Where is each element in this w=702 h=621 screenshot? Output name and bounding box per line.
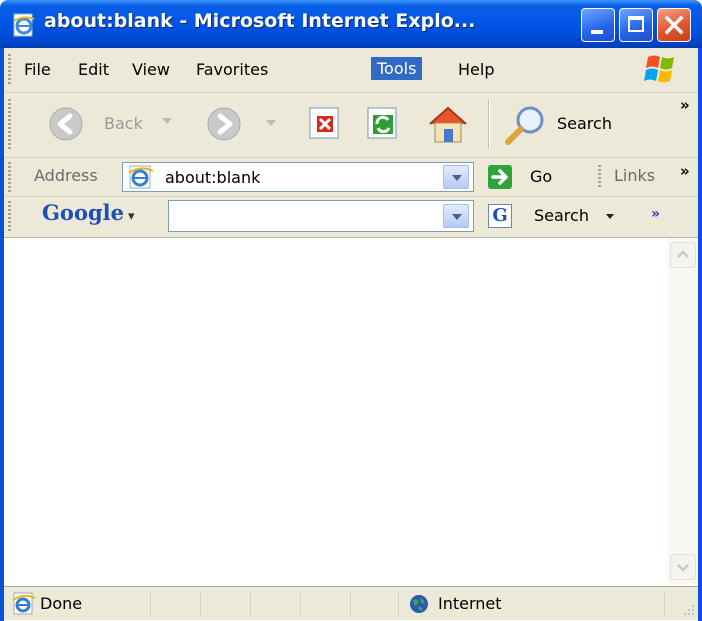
menu-tools[interactable]: Tools: [371, 57, 423, 80]
ie-page-icon: [12, 592, 36, 615]
go-label: Go: [530, 167, 553, 186]
minimize-icon: [591, 30, 603, 34]
stop-button[interactable]: [308, 106, 342, 140]
google-search-dropdown-icon[interactable]: [606, 214, 614, 219]
google-g-icon: G: [488, 204, 512, 228]
menu-bar-grip[interactable]: [8, 54, 11, 86]
window-frame-right: [698, 48, 702, 621]
address-value: about:blank: [165, 168, 261, 187]
ie-page-icon: [128, 165, 154, 189]
chevron-up-icon: [677, 250, 689, 258]
google-overflow-chevron[interactable]: »: [651, 206, 660, 222]
back-label: Back: [104, 114, 143, 133]
refresh-icon: [367, 107, 397, 139]
forward-dropdown-icon[interactable]: [266, 120, 276, 126]
scroll-down-button[interactable]: [670, 554, 696, 580]
window-title: about:blank - Microsoft Internet Explo..…: [44, 10, 476, 32]
maximize-icon: [628, 16, 644, 32]
links-button[interactable]: Links: [614, 166, 655, 185]
status-divider: [300, 592, 301, 616]
google-logo-text: Google: [42, 200, 124, 225]
links-grip[interactable]: [598, 165, 601, 189]
ie-page-icon: [13, 13, 35, 37]
forward-arrow-icon: [207, 107, 241, 141]
go-button[interactable]: Go: [486, 163, 560, 191]
title-bar[interactable]: about:blank - Microsoft Internet Explo..…: [0, 0, 702, 48]
address-input[interactable]: about:blank: [122, 162, 474, 192]
back-dropdown-icon[interactable]: [162, 118, 172, 124]
windows-logo-icon: [644, 55, 674, 83]
toolbar-grip[interactable]: [8, 99, 11, 149]
refresh-button[interactable]: [366, 106, 400, 140]
back-button[interactable]: Back: [46, 104, 180, 144]
menu-favorites[interactable]: Favorites: [196, 60, 268, 79]
status-divider: [150, 592, 151, 616]
vertical-scrollbar[interactable]: [668, 238, 698, 584]
home-button[interactable]: [424, 102, 472, 146]
search-button[interactable]: Search: [502, 102, 634, 146]
magnifier-icon: [505, 106, 544, 145]
close-button[interactable]: [657, 8, 691, 42]
page-content[interactable]: [4, 238, 698, 584]
google-grip[interactable]: [8, 201, 11, 231]
go-arrow-icon: [488, 165, 512, 189]
back-arrow-icon: [49, 107, 83, 141]
status-divider: [664, 592, 665, 616]
status-bar: [4, 586, 698, 620]
status-text: Done: [40, 594, 83, 613]
chevron-down-icon: [677, 564, 689, 572]
status-divider: [250, 592, 251, 616]
menu-file[interactable]: File: [24, 60, 51, 79]
forward-button[interactable]: [204, 104, 284, 144]
maximize-button[interactable]: [619, 8, 653, 42]
search-label: Search: [557, 114, 612, 133]
menu-edit[interactable]: Edit: [78, 60, 109, 79]
address-grip[interactable]: [8, 162, 11, 192]
address-label: Address: [34, 166, 98, 185]
minimize-button[interactable]: [581, 8, 615, 42]
resize-grip-icon[interactable]: [680, 602, 696, 618]
status-divider: [200, 592, 201, 616]
menu-view[interactable]: View: [132, 60, 170, 79]
home-icon: [429, 106, 467, 143]
toolbar-separator: [488, 99, 490, 149]
google-search-input[interactable]: [168, 200, 474, 232]
menu-help[interactable]: Help: [458, 60, 494, 79]
google-search-button[interactable]: G Search: [488, 202, 624, 230]
status-divider: [398, 592, 399, 616]
ie-window: about:blank - Microsoft Internet Explo..…: [0, 0, 702, 621]
toolbar-overflow-chevron[interactable]: »: [680, 96, 690, 114]
address-dropdown-button[interactable]: [443, 165, 469, 189]
status-divider: [350, 592, 351, 616]
google-logo[interactable]: Google ▾: [42, 200, 135, 225]
google-search-dropdown-button[interactable]: [443, 204, 469, 228]
globe-icon: [410, 595, 428, 613]
stop-icon: [309, 107, 339, 139]
status-zone: Internet: [438, 594, 502, 613]
google-search-label: Search: [534, 206, 589, 225]
scroll-up-button[interactable]: [670, 242, 696, 268]
links-overflow-chevron[interactable]: »: [680, 162, 690, 180]
close-icon: [664, 15, 684, 35]
google-menu-dropdown[interactable]: ▾: [128, 209, 135, 224]
